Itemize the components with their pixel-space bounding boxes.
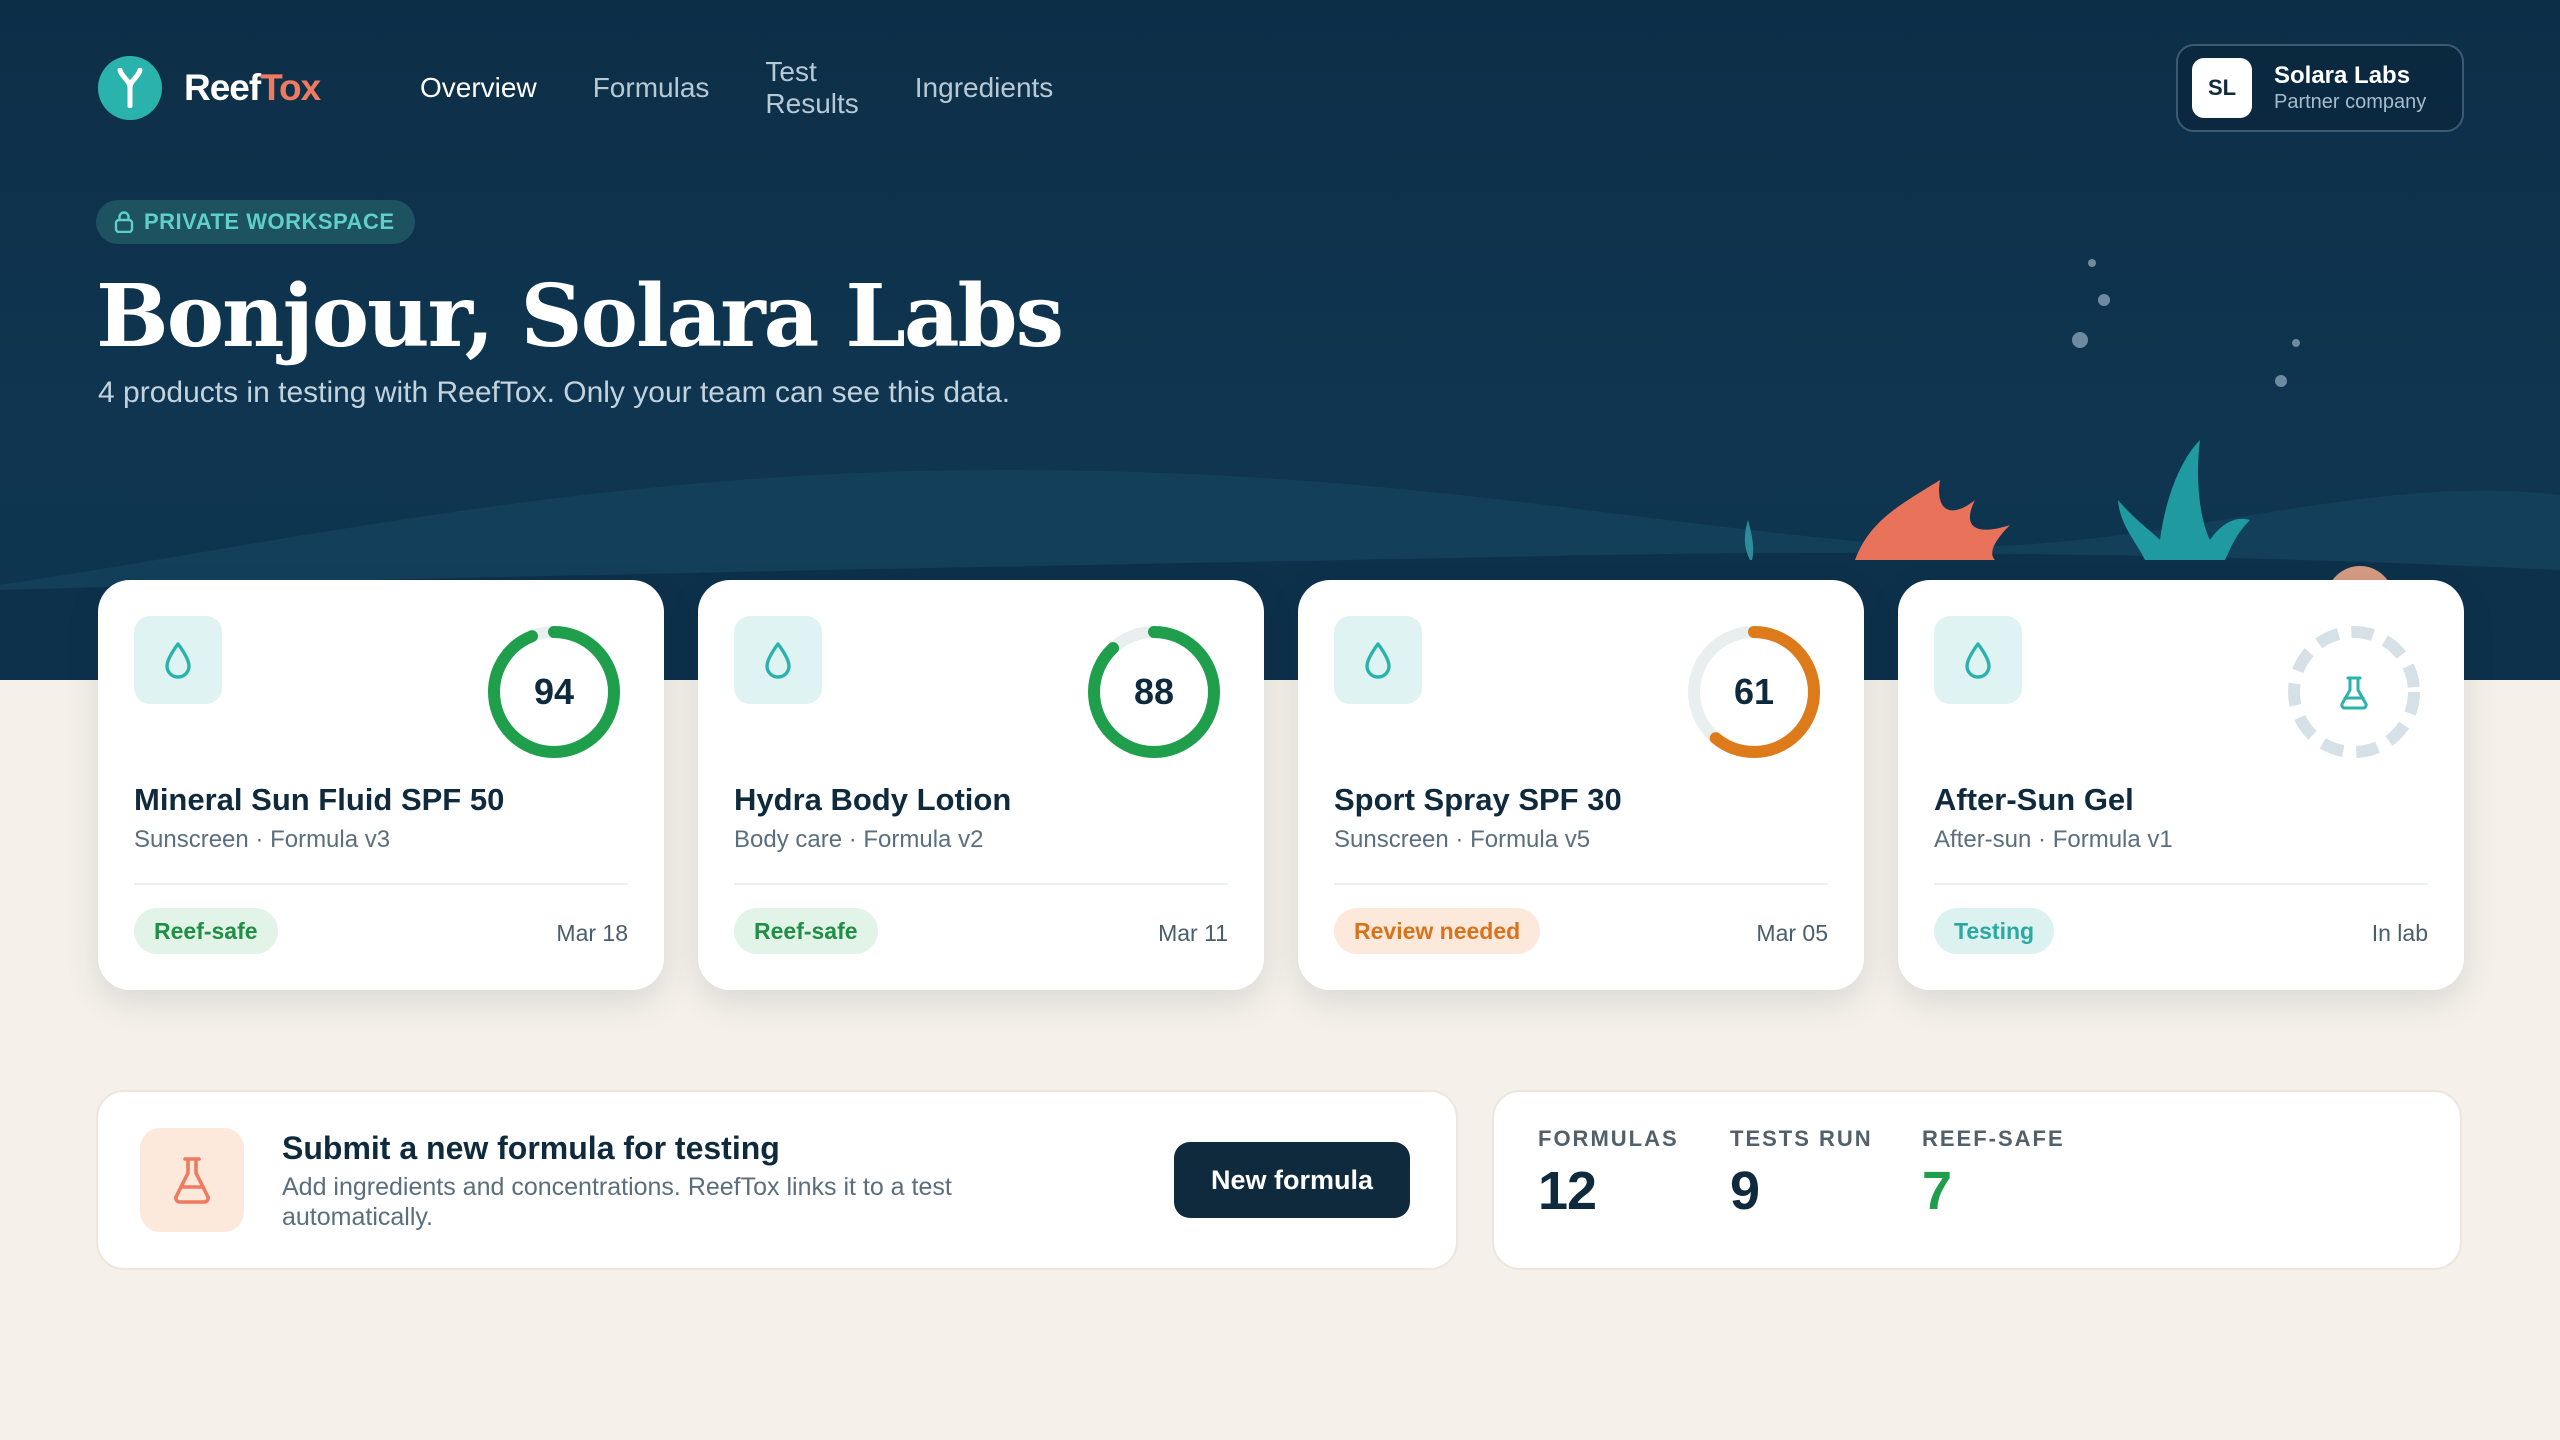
submit-description: Add ingredients and concentrations. Reef… — [282, 1173, 952, 1231]
product-name[interactable]: Sport Spray SPF 30 — [1334, 782, 1622, 818]
product-date: Mar 18 — [556, 920, 628, 946]
droplet-icon — [134, 616, 222, 704]
score-value — [2286, 624, 2422, 760]
nav-overview[interactable]: Overview — [420, 72, 537, 104]
score-value: 88 — [1133, 671, 1175, 712]
page-subtitle: 4 products in testing with ReefTox. Only… — [98, 376, 1011, 409]
divider — [1934, 883, 2428, 885]
score-value: 94 — [533, 671, 575, 712]
droplet-icon — [1334, 616, 1422, 704]
stat-value: 9 — [1730, 1161, 1760, 1221]
product-card[interactable]: After-Sun Gel After-sun · Formula v1 Testi… — [1898, 580, 2464, 990]
product-date: Mar 05 — [1756, 920, 1828, 946]
product-date: In lab — [2371, 920, 2428, 946]
submit-title: Submit a new formula for testing — [282, 1130, 780, 1166]
product-card[interactable]: 61 Sport Spray SPF 30 Sunscreen · Formula … — [1298, 580, 1864, 990]
submit-formula-panel: Submit a new formula for testing Add ing… — [96, 1090, 1458, 1270]
hero-banner: ReefTox Overview Formulas Test Results I… — [0, 0, 2560, 680]
stat-reef-safe: REEF-SAFE 7 — [1922, 1126, 2065, 1222]
flask-icon — [140, 1128, 244, 1232]
stat-label: REEF-SAFE — [1922, 1126, 2065, 1151]
product-meta: After-sun · Formula v1 — [1934, 826, 2173, 853]
top-nav: ReefTox Overview Formulas Test Results I… — [98, 56, 1053, 120]
score-value: 61 — [1733, 671, 1775, 712]
lock-icon — [114, 211, 134, 233]
nav-ingredients[interactable]: Ingredients — [915, 72, 1054, 104]
product-meta: Sunscreen · Formula v5 — [1334, 826, 1591, 853]
nav-links: Overview Formulas Test Results Ingredien… — [420, 56, 1109, 120]
product-meta: Body care · Formula v2 — [734, 826, 984, 853]
product-name[interactable]: Mineral Sun Fluid SPF 50 — [134, 782, 504, 818]
page-title: Bonjour, Solara Labs — [96, 266, 1064, 367]
badge-label: PRIVATE WORKSPACE — [144, 209, 395, 234]
product-name[interactable]: Hydra Body Lotion — [734, 782, 1011, 818]
stat-formulas: FORMULAS 12 — [1538, 1126, 1679, 1222]
nav-formulas[interactable]: Formulas — [593, 72, 710, 104]
account-switcher[interactable]: SL Solara Labs Partner company — [2176, 44, 2464, 132]
account-name: Solara Labs — [2274, 62, 2411, 89]
status-badge: Review needed — [1334, 908, 1541, 954]
status-badge: Testing — [1934, 908, 2055, 954]
avatar: SL — [2192, 58, 2252, 118]
stat-value: 12 — [1538, 1161, 1597, 1221]
product-date: Mar 11 — [1158, 920, 1228, 946]
nav-test-results[interactable]: Test Results — [765, 56, 858, 120]
divider — [734, 883, 1228, 885]
stat-value: 7 — [1922, 1161, 1952, 1221]
account-text: Solara Labs Partner company — [2274, 62, 2426, 114]
droplet-icon — [734, 616, 822, 704]
brand-name-part1: Reef — [184, 67, 261, 108]
product-name[interactable]: After-Sun Gel — [1934, 782, 2134, 818]
status-badge: Reef-safe — [134, 908, 278, 954]
private-workspace-badge: PRIVATE WORKSPACE — [96, 200, 415, 244]
product-card[interactable]: 94 Mineral Sun Fluid SPF 50 Sunscreen · Fo… — [98, 580, 664, 990]
reeftox-logo-icon[interactable] — [98, 56, 162, 120]
brand-wordmark[interactable]: ReefTox — [184, 67, 321, 109]
stat-label: FORMULAS — [1538, 1126, 1679, 1151]
stat-tests-run: TESTS RUN 9 — [1730, 1126, 1873, 1222]
brand-name-part2: Tox — [260, 67, 321, 108]
product-meta: Sunscreen · Formula v3 — [134, 826, 391, 853]
divider — [134, 883, 628, 885]
new-formula-button[interactable]: New formula — [1174, 1142, 1410, 1218]
stats-panel: FORMULAS 12 TESTS RUN 9 REEF-SAFE 7 — [1492, 1090, 2462, 1270]
stat-label: TESTS RUN — [1730, 1126, 1873, 1151]
product-card[interactable]: 88 Hydra Body Lotion Body care · Formula v… — [698, 580, 1264, 990]
account-subtitle: Partner company — [2274, 91, 2427, 113]
status-badge: Reef-safe — [734, 908, 878, 954]
divider — [1334, 883, 1828, 885]
droplet-icon — [1934, 616, 2022, 704]
